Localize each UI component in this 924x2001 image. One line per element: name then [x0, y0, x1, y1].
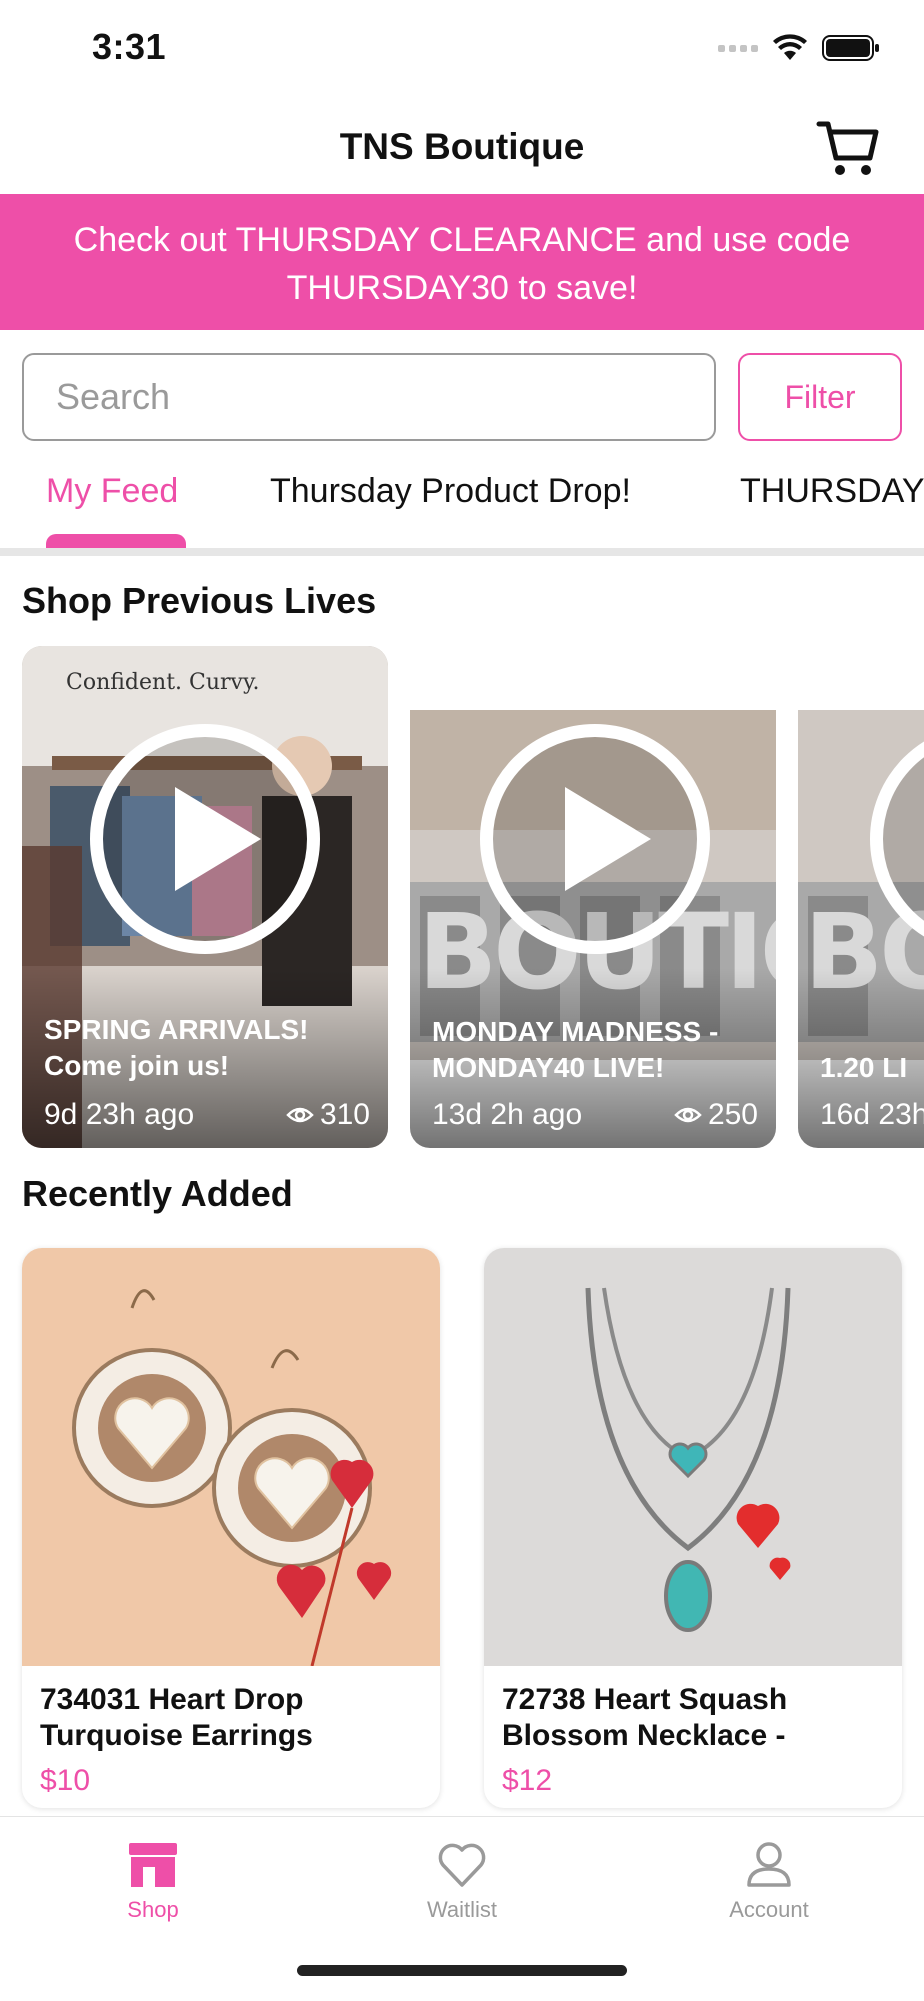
tab-my-feed[interactable]: My Feed	[46, 472, 178, 511]
search-input[interactable]: Search	[22, 353, 716, 441]
product-image-necklace	[484, 1248, 902, 1666]
live-card[interactable]: BOUTIQUE MONDAY MADNESS - MONDAY40 LIVE!…	[410, 646, 776, 1148]
filter-label: Filter	[784, 378, 856, 415]
filter-button[interactable]: Filter	[738, 353, 902, 441]
battery-icon	[822, 35, 879, 61]
product-card[interactable]: 734031 Heart Drop Turquoise Earrings $10	[22, 1248, 440, 1808]
tab-thursday[interactable]: THURSDAY	[740, 472, 924, 511]
live-time-ago: 16d 23h	[820, 1098, 924, 1131]
cart-icon[interactable]	[816, 118, 880, 178]
nav-shop[interactable]: Shop	[73, 1841, 233, 1923]
product-name: 72738 Heart Squash Blossom Necklace -	[502, 1683, 788, 1752]
live-thumb-text: Confident. Curvy.	[66, 670, 260, 695]
category-tabs: My Feed Thursday Product Drop! THURSDAY	[0, 460, 924, 550]
product-price: $10	[40, 1764, 91, 1797]
live-card[interactable]: Confident. Curvy. SPRING ARRIVALS! Come …	[22, 646, 388, 1148]
live-views: 310	[286, 1098, 370, 1132]
live-view-count: 310	[319, 1098, 370, 1131]
promo-banner[interactable]: Check out THURSDAY CLEARANCE and use cod…	[0, 194, 924, 330]
status-bar: 3:31	[0, 0, 924, 100]
product-name: 734031 Heart Drop Turquoise Earrings	[40, 1683, 313, 1752]
live-title: MONDAY MADNESS - MONDAY40 LIVE!	[432, 1016, 719, 1083]
search-placeholder: Search	[56, 376, 171, 417]
divider	[0, 548, 924, 556]
nav-account-label: Account	[729, 1897, 809, 1922]
previous-lives-carousel[interactable]: Confident. Curvy. SPRING ARRIVALS! Come …	[0, 646, 924, 1148]
home-indicator[interactable]	[297, 1965, 627, 1976]
section-title-previous-lives: Shop Previous Lives	[22, 580, 377, 621]
live-title: 1.20 LI	[820, 1052, 908, 1083]
nav-shop-label: Shop	[127, 1897, 179, 1922]
account-icon	[747, 1842, 791, 1887]
live-time-ago: 13d 2h ago	[432, 1098, 583, 1131]
live-view-count: 250	[707, 1098, 758, 1131]
nav-waitlist-label: Waitlist	[426, 1897, 498, 1922]
play-icon[interactable]	[480, 724, 710, 954]
status-time: 3:31	[92, 26, 167, 67]
page-title: TNS Boutique	[339, 126, 585, 167]
wifi-icon	[773, 34, 807, 60]
eye-icon	[286, 1107, 314, 1123]
live-card[interactable]: BOU 1.20 LI 16d 23h	[798, 646, 924, 1148]
product-card[interactable]: 72738 Heart Squash Blossom Necklace - $1…	[484, 1248, 902, 1808]
eye-icon	[674, 1107, 702, 1123]
live-views: 250	[674, 1098, 758, 1132]
play-icon[interactable]	[90, 724, 320, 954]
tab-thursday-product-drop[interactable]: Thursday Product Drop!	[270, 472, 631, 511]
heart-icon	[438, 1843, 486, 1887]
shop-icon	[129, 1843, 177, 1887]
cellular-signal-icon	[718, 44, 758, 52]
nav-waitlist[interactable]: Waitlist	[382, 1841, 542, 1923]
app-header: TNS Boutique	[0, 100, 924, 194]
status-icons	[718, 34, 880, 62]
product-image-earrings	[22, 1248, 440, 1666]
nav-account[interactable]: Account	[689, 1841, 849, 1923]
section-title-recently-added: Recently Added	[22, 1173, 293, 1214]
product-price: $12	[502, 1764, 553, 1797]
live-time-ago: 9d 23h ago	[44, 1098, 195, 1131]
promo-text: Check out THURSDAY CLEARANCE and use cod…	[73, 221, 851, 307]
live-title: SPRING ARRIVALS! Come join us!	[44, 1014, 309, 1081]
